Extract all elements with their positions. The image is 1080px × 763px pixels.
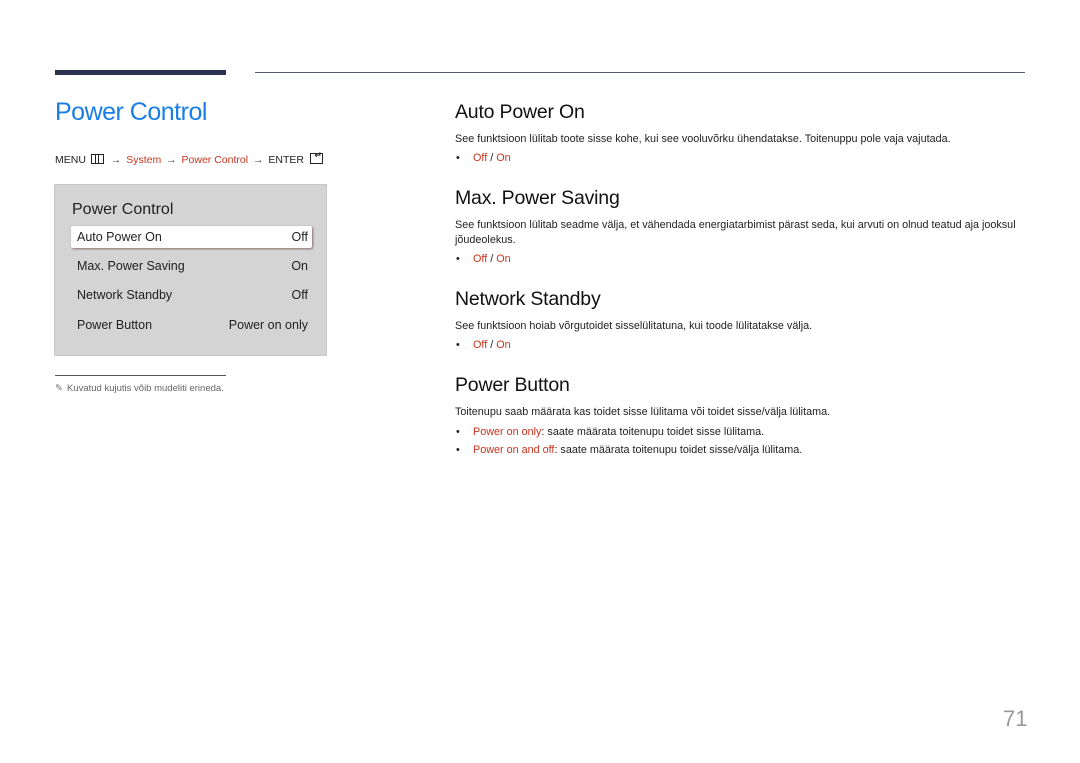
option-list: Off / On <box>455 336 1035 354</box>
menu-item-auto-power-on[interactable]: Auto Power On Off <box>71 226 312 248</box>
menu-item-value: Power on only <box>228 318 308 332</box>
menu-item-label: Power Button <box>77 318 153 332</box>
arrow-icon: → <box>253 154 264 166</box>
section-heading: Auto Power On <box>455 101 585 123</box>
section-heading: Power Button <box>455 374 570 396</box>
section-description: See funktsioon lülitab toote sisse kohe,… <box>455 133 951 145</box>
option-item: Off / On <box>455 336 1035 354</box>
option-item: Power on only: saate määrata toitenupu t… <box>455 423 1035 441</box>
menu-item-value: Off <box>291 288 308 302</box>
menu-item-network-standby[interactable]: Network Standby Off <box>71 284 312 306</box>
section-heading: Max. Power Saving <box>455 187 620 209</box>
section-max-power-saving: Max. Power Saving See funktsioon lülitab… <box>455 187 1035 268</box>
page-number: 71 <box>1003 706 1028 731</box>
header-rule <box>255 72 1025 73</box>
section-auto-power-on: Auto Power On See funktsioon lülitab too… <box>455 101 1035 167</box>
header-accent-bar <box>55 70 226 75</box>
page-title: Power Control <box>55 98 207 126</box>
breadcrumb-menu: MENU <box>55 154 86 166</box>
menu-item-value: Off <box>291 230 308 244</box>
section-heading: Network Standby <box>455 288 601 310</box>
menu-panel-screenshot: Power Control Auto Power On Off Max. Pow… <box>54 184 327 356</box>
option-separator: / <box>487 339 497 351</box>
breadcrumb: MENU → System → Power Control → ENTER <box>55 150 323 166</box>
note-text: Kuvatud kujutis võib mudeliti erineda. <box>66 383 224 394</box>
option-term: Power on and off <box>473 444 555 456</box>
note: ✎ Kuvatud kujutis võib mudeliti erineda. <box>55 383 224 394</box>
menu-item-label: Auto Power On <box>77 230 162 244</box>
breadcrumb-power-control: Power Control <box>181 154 249 166</box>
option-separator: / <box>487 253 497 265</box>
arrow-icon: → <box>110 154 122 166</box>
menu-item-power-button[interactable]: Power Button Power on only <box>71 314 312 336</box>
pencil-icon: ✎ <box>55 383 63 394</box>
option-off: Off <box>473 152 488 164</box>
option-item: Off / On <box>455 250 1035 268</box>
option-text: : saate määrata toitenupu toidet sisse l… <box>541 426 765 438</box>
option-off: Off <box>473 253 488 265</box>
menu-item-label: Max. Power Saving <box>77 259 185 273</box>
section-description: See funktsioon lülitab seadme välja, et … <box>455 219 1016 246</box>
arrow-icon: → <box>166 154 177 166</box>
enter-icon <box>309 150 323 164</box>
menu-item-max-power-saving[interactable]: Max. Power Saving On <box>71 255 312 277</box>
option-on: On <box>496 152 511 164</box>
menu-item-label: Network Standby <box>77 288 173 302</box>
option-list: Off / On <box>455 250 1035 268</box>
section-description: See funktsioon hoiab võrgutoidet sisselü… <box>455 320 813 332</box>
menu-panel-title: Power Control <box>72 201 174 218</box>
option-list: Off / On <box>455 149 1035 167</box>
option-item: Off / On <box>455 149 1035 167</box>
note-divider <box>55 375 226 376</box>
option-on: On <box>496 339 511 351</box>
breadcrumb-enter: ENTER <box>268 154 305 166</box>
section-network-standby: Network Standby See funktsioon hoiab võr… <box>455 288 1035 354</box>
option-term: Power on only <box>473 426 542 438</box>
option-off: Off <box>473 339 488 351</box>
menu-item-value: On <box>291 259 308 273</box>
option-list: Power on only: saate määrata toitenupu t… <box>455 423 1035 459</box>
breadcrumb-system: System <box>126 154 162 166</box>
menu-grid-icon <box>90 154 104 164</box>
option-item: Power on and off: saate määrata toitenup… <box>455 441 1035 459</box>
option-separator: / <box>487 152 497 164</box>
option-text: : saate määrata toitenupu toidet sisse/v… <box>554 444 803 456</box>
section-power-button: Power Button Toitenupu saab määrata kas … <box>455 374 1035 459</box>
section-description: Toitenupu saab määrata kas toidet sisse … <box>455 406 831 418</box>
option-on: On <box>496 253 511 265</box>
